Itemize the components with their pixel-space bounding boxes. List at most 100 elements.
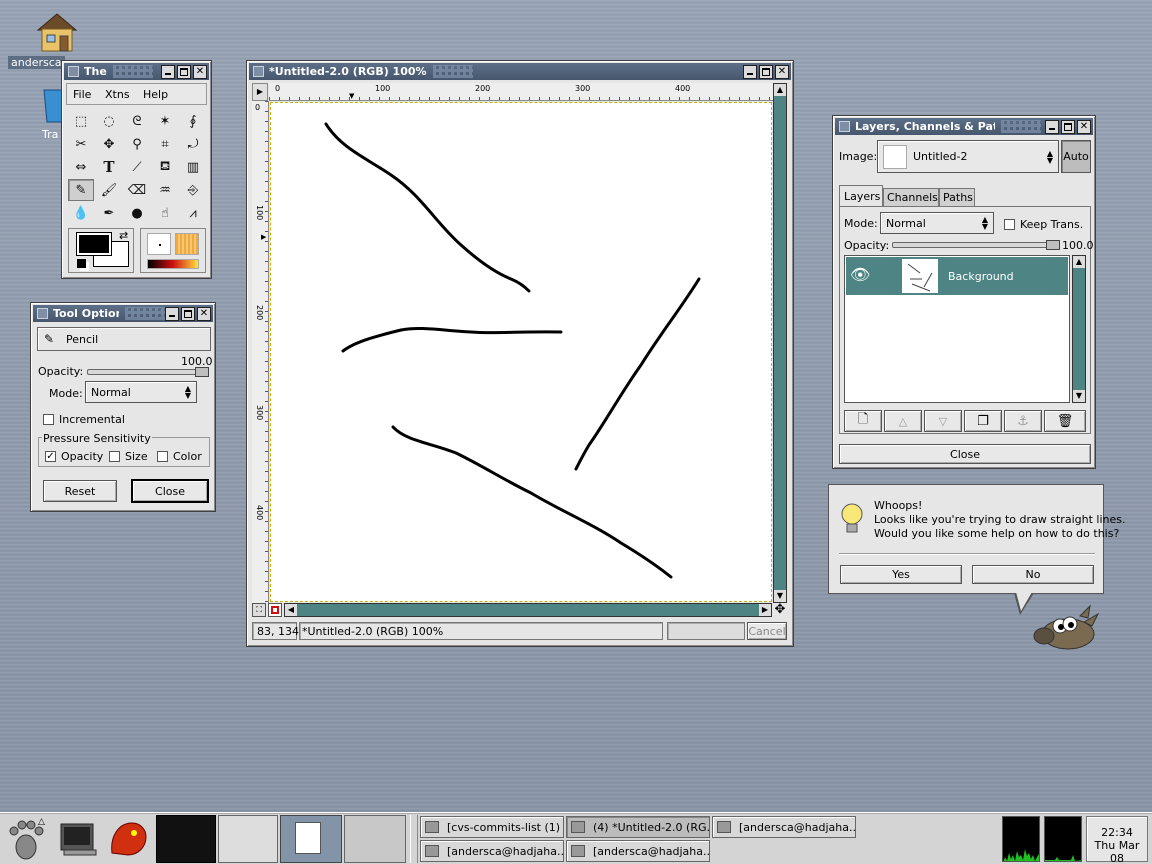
keep-trans-checkbox[interactable] <box>1004 219 1015 230</box>
minimize-button[interactable] <box>743 64 757 79</box>
quickmask-toggle-on[interactable] <box>268 603 282 617</box>
dodge-icon[interactable]: ● <box>124 202 150 224</box>
minimize-button[interactable] <box>161 64 175 79</box>
close-icon[interactable] <box>193 64 207 79</box>
mozilla-launcher[interactable] <box>104 817 152 861</box>
task-terminal-2[interactable]: [andersca@hadjaha....] <box>420 840 564 862</box>
transform-icon[interactable]: ⤾ <box>180 133 206 155</box>
maximize-button[interactable] <box>1061 119 1075 134</box>
scroll-up-arrow[interactable]: ▲ <box>1073 256 1085 268</box>
layer-row-background[interactable]: 👁 Background <box>846 257 1068 295</box>
swap-colors-icon[interactable]: ⇄ <box>119 229 128 242</box>
scroll-down-arrow[interactable]: ▼ <box>774 590 786 602</box>
color-picker-icon[interactable]: ⟋ <box>124 156 150 178</box>
reset-button[interactable]: Reset <box>43 480 117 502</box>
image-select[interactable]: Untitled-2 ▲ ▼ <box>877 140 1059 173</box>
paintbrush-icon[interactable]: 🖌 <box>96 179 122 201</box>
pencil-icon[interactable]: ✎ <box>68 179 94 201</box>
image-titlebar[interactable]: *Untitled-2.0 (RGB) 100% <box>249 63 791 80</box>
eye-icon[interactable]: 👁 <box>850 266 870 284</box>
mem-load-monitor[interactable] <box>1044 816 1082 862</box>
anchor-layer-button[interactable]: ⚓ <box>1004 410 1042 432</box>
layer-list-scrollbar[interactable]: ▲ ▼ <box>1072 255 1086 403</box>
foreground-color-swatch[interactable] <box>76 232 112 256</box>
scroll-left-arrow[interactable]: ◀ <box>285 604 297 616</box>
gradient-preview[interactable] <box>147 259 199 269</box>
navigate-icon[interactable]: ✥ <box>773 603 787 617</box>
home-icon-label[interactable]: andersca <box>8 56 65 69</box>
opacity-slider-knob[interactable] <box>195 367 209 377</box>
opacity-slider-track[interactable] <box>87 369 209 375</box>
terminal-launcher[interactable] <box>58 821 98 857</box>
airbrush-icon[interactable]: ♒ <box>152 179 178 201</box>
menu-help[interactable]: Help <box>143 88 168 101</box>
gradient-icon[interactable]: ▥ <box>180 156 206 178</box>
tasklist-handle[interactable] <box>410 815 418 863</box>
minimize-button[interactable] <box>165 306 179 321</box>
clone-icon[interactable]: ⎆ <box>180 179 206 201</box>
window-menu-icon[interactable] <box>253 66 264 77</box>
close-icon[interactable] <box>1077 119 1091 134</box>
window-menu-icon[interactable] <box>68 66 79 77</box>
cancel-button[interactable]: Cancel <box>747 622 787 640</box>
pattern-preview[interactable] <box>175 233 199 255</box>
window-menu-icon[interactable] <box>839 121 850 132</box>
duplicate-layer-button[interactable]: ❐ <box>964 410 1002 432</box>
scroll-down-arrow[interactable]: ▼ <box>1073 390 1085 402</box>
close-icon[interactable] <box>197 306 211 321</box>
workspace-1[interactable] <box>156 815 216 863</box>
scroll-right-arrow[interactable]: ▶ <box>759 604 771 616</box>
incremental-checkbox[interactable] <box>43 414 54 425</box>
maximize-button[interactable] <box>759 64 773 79</box>
delete-layer-button[interactable]: 🗑 <box>1044 410 1086 432</box>
task-untitled-image[interactable]: (4) *Untitled-2.0 (RG... <box>566 816 710 838</box>
smudge-icon[interactable]: ☝ <box>152 202 178 224</box>
crop-icon[interactable]: ⌗ <box>152 133 178 155</box>
eraser-icon[interactable]: ⌫ <box>124 179 150 201</box>
home-desktop-icon[interactable] <box>34 10 80 54</box>
move-icon[interactable]: ✥ <box>96 133 122 155</box>
ellipse-select-icon[interactable]: ◌ <box>96 110 122 132</box>
gnome-foot-menu-button[interactable]: △ <box>4 817 48 861</box>
cpu-load-monitor[interactable] <box>1002 816 1040 862</box>
quickmask-toggle-off[interactable]: ⛶ <box>252 603 266 617</box>
tool-options-titlebar[interactable]: Tool Option <box>33 305 213 322</box>
menu-file[interactable]: File <box>73 88 91 101</box>
new-layer-button[interactable]: 🗋 <box>844 410 882 432</box>
workspace-4[interactable] <box>344 815 406 863</box>
tab-paths[interactable]: Paths <box>939 188 975 207</box>
workspace-3[interactable] <box>280 815 342 863</box>
mode-select[interactable]: Normal ▲ ▼ <box>85 381 197 403</box>
tab-layers[interactable]: Layers <box>839 185 883 207</box>
task-cvs-commits[interactable]: [cvs-commits-list (1) ...] <box>420 816 564 838</box>
close-button[interactable]: Close <box>131 479 209 503</box>
blur-icon[interactable]: 💧 <box>68 202 94 224</box>
text-icon[interactable]: T <box>96 156 122 178</box>
horizontal-ruler[interactable]: 0 100 200 300 400 ▼ <box>269 83 773 101</box>
no-button[interactable]: No <box>972 565 1094 584</box>
trash-icon-label[interactable]: Tra <box>42 128 58 141</box>
image-canvas[interactable] <box>270 102 772 602</box>
menu-xtns[interactable]: Xtns <box>105 88 130 101</box>
image-menu-button[interactable]: ▶ <box>252 83 268 101</box>
tab-channels[interactable]: Channels <box>883 188 939 207</box>
bucket-fill-icon[interactable]: ⛾ <box>152 156 178 178</box>
layer-mode-select[interactable]: Normal ▲ ▼ <box>880 212 994 234</box>
task-terminal-1[interactable]: [andersca@hadjaha....] <box>712 816 856 838</box>
layer-opacity-slider-track[interactable] <box>892 242 1060 248</box>
flip-icon[interactable]: ⇔ <box>68 156 94 178</box>
clock[interactable]: 22:34 Thu Mar 08 <box>1086 816 1148 864</box>
measure-icon[interactable]: ⩘ <box>180 202 206 224</box>
pressure-opacity-checkbox[interactable]: ✓ <box>45 451 56 462</box>
wilber-mascot-icon[interactable] <box>1030 604 1100 657</box>
default-colors-icon[interactable] <box>77 259 86 268</box>
workspace-2[interactable] <box>218 815 278 863</box>
horizontal-scrollbar[interactable]: ◀ ▶ <box>284 603 772 617</box>
lower-layer-button[interactable]: ▽ <box>924 410 962 432</box>
scissors-icon[interactable]: ✂ <box>68 133 94 155</box>
auto-button[interactable]: Auto <box>1061 140 1091 173</box>
ink-icon[interactable]: ✒ <box>96 202 122 224</box>
layers-titlebar[interactable]: Layers, Channels & Paths <box>835 118 1093 135</box>
minimize-button[interactable] <box>1045 119 1059 134</box>
layer-opacity-slider-knob[interactable] <box>1046 240 1060 250</box>
